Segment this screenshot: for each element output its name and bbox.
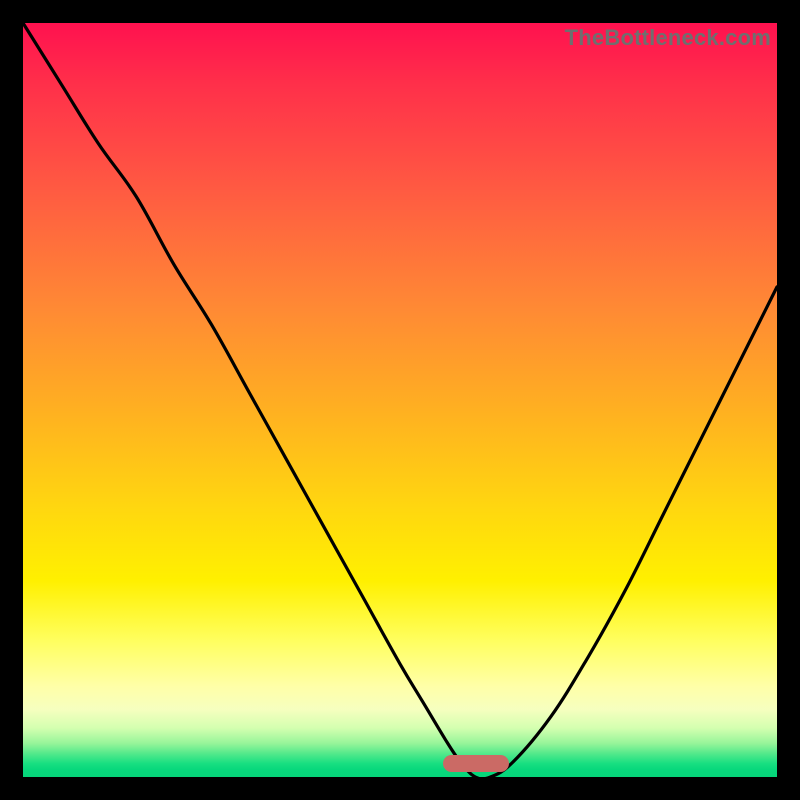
optimal-marker: [443, 755, 509, 772]
plot-area: TheBottleneck.com: [23, 23, 777, 777]
chart-frame: TheBottleneck.com: [0, 0, 800, 800]
bottleneck-curve: [23, 23, 777, 777]
